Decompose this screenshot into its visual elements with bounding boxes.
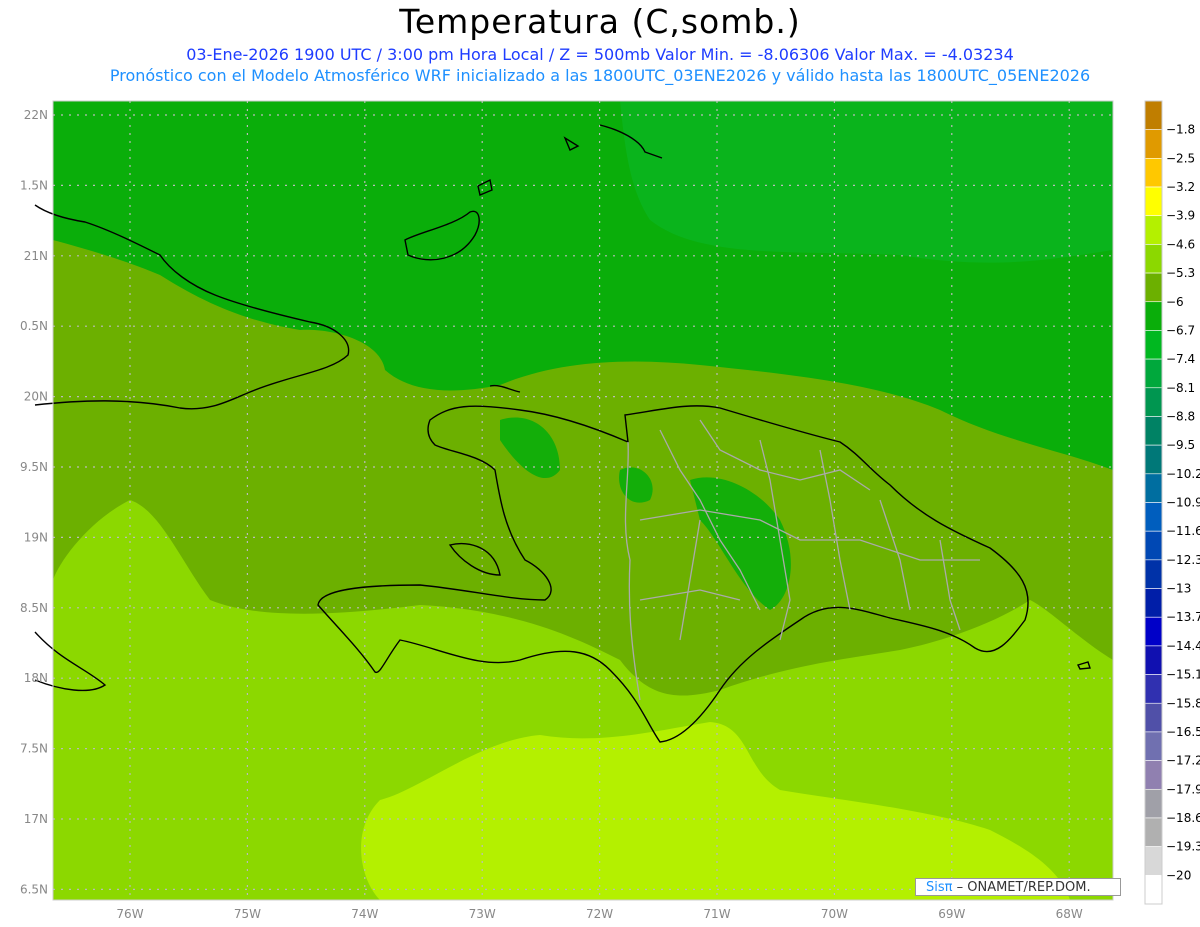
lon-label: 73W — [469, 907, 496, 921]
colorbar-swatch — [1144, 330, 1163, 360]
colorbar-swatch — [1144, 387, 1163, 417]
colorbar-swatch — [1144, 129, 1163, 159]
colorbar-label: −2.5 — [1166, 151, 1195, 165]
temperature-map: 76W 75W 74W 73W 72W 71W 70W 69W 68W 22N 1.5N 21N 0.5… — [20, 100, 1200, 921]
colorbar-swatch — [1144, 674, 1163, 704]
colorbar-swatch — [1144, 158, 1163, 188]
lat-label: 18N — [24, 671, 48, 685]
colorbar-label: −3.2 — [1166, 180, 1195, 194]
colorbar-swatch — [1144, 588, 1163, 618]
colorbar: −1.8 −2.5 −3.2 −3.9 −4.6 −5.3 −6 −6.7 −7.4 −8.1 −8… — [1144, 100, 1200, 905]
colorbar-swatch — [1144, 473, 1163, 503]
lat-label: 6.5N — [20, 882, 48, 896]
colorbar-swatch — [1144, 875, 1163, 905]
colorbar-label: −3.9 — [1166, 209, 1195, 223]
colorbar-label: −12.3 — [1166, 553, 1200, 567]
credit-brand: Sisπ — [926, 880, 953, 895]
colorbar-swatch — [1144, 817, 1163, 847]
colorbar-label: −4.6 — [1166, 237, 1195, 251]
colorbar-swatch — [1144, 731, 1163, 761]
lon-label: 72W — [586, 907, 613, 921]
colorbar-swatch — [1144, 645, 1163, 675]
colorbar-swatch — [1144, 416, 1163, 446]
colorbar-swatch — [1144, 358, 1163, 389]
colorbar-swatch — [1144, 788, 1163, 819]
colorbar-label: −19.3 — [1166, 840, 1200, 854]
colorbar-label: −14.4 — [1166, 639, 1200, 653]
colorbar-label: −7.4 — [1166, 352, 1195, 366]
map-title: Temperatura (C,somb.) — [399, 2, 801, 41]
colorbar-swatch — [1144, 272, 1163, 303]
colorbar-swatch — [1144, 100, 1163, 130]
credit-label: Sisπ – ONAMET/REP.DOM. — [915, 878, 1121, 896]
colorbar-swatch — [1144, 502, 1163, 532]
colorbar-swatch — [1144, 846, 1163, 876]
colorbar-label: −5.3 — [1166, 266, 1195, 280]
map-fill — [53, 101, 1113, 900]
credit-text: – ONAMET/REP.DOM. — [952, 880, 1091, 895]
colorbar-label: −16.5 — [1166, 725, 1200, 739]
lon-label: 68W — [1056, 907, 1083, 921]
colorbar-label: −13 — [1166, 582, 1191, 596]
colorbar-label: −13.7 — [1166, 610, 1200, 624]
colorbar-label: −10.9 — [1166, 496, 1200, 510]
lat-label: 1.5N — [20, 178, 48, 192]
lon-label: 70W — [821, 907, 848, 921]
colorbar-label: −20 — [1166, 868, 1191, 882]
colorbar-swatch — [1144, 215, 1163, 245]
colorbar-label: −17.2 — [1166, 754, 1200, 768]
colorbar-label: −6.7 — [1166, 323, 1195, 337]
colorbar-label: −9.5 — [1166, 438, 1195, 452]
lon-label: 69W — [938, 907, 965, 921]
lat-label: 9.5N — [20, 460, 48, 474]
lat-label: 0.5N — [20, 319, 48, 333]
lat-label: 17N — [24, 812, 48, 826]
colorbar-label: −1.8 — [1166, 123, 1195, 137]
lon-label: 75W — [234, 907, 261, 921]
lat-label: 22N — [24, 108, 48, 122]
colorbar-label: −8.1 — [1166, 381, 1195, 395]
colorbar-swatch — [1144, 530, 1163, 561]
subtitle-valid-time: 03-Ene-2026 1900 UTC / 3:00 pm Hora Loca… — [186, 45, 1014, 64]
colorbar-swatch — [1144, 244, 1163, 274]
colorbar-swatch — [1144, 301, 1163, 331]
field-green-2 — [620, 101, 1113, 263]
lon-label: 71W — [703, 907, 730, 921]
lon-label: 76W — [116, 907, 143, 921]
colorbar-label: −6 — [1166, 295, 1184, 309]
colorbar-label: −15.8 — [1166, 696, 1200, 710]
lon-label: 74W — [351, 907, 378, 921]
lat-label: 8.5N — [20, 601, 48, 615]
lat-label: 7.5N — [20, 742, 48, 756]
colorbar-label: −11.6 — [1166, 524, 1200, 538]
lat-label: 21N — [24, 249, 48, 263]
colorbar-swatch — [1144, 444, 1163, 475]
colorbar-swatch — [1144, 760, 1163, 790]
colorbar-label: −8.8 — [1166, 409, 1195, 423]
colorbar-swatch — [1144, 616, 1163, 647]
subtitle-model-info: Pronóstico con el Modelo Atmosférico WRF… — [109, 66, 1091, 85]
colorbar-swatch — [1144, 559, 1163, 589]
colorbar-swatch — [1144, 186, 1163, 217]
colorbar-swatch — [1144, 702, 1163, 733]
lat-label: 19N — [24, 530, 48, 544]
lat-label: 20N — [24, 390, 48, 404]
colorbar-label: −17.9 — [1166, 782, 1200, 796]
colorbar-label: −15.1 — [1166, 668, 1200, 682]
colorbar-label: −10.2 — [1166, 467, 1200, 481]
colorbar-label: −18.6 — [1166, 811, 1200, 825]
